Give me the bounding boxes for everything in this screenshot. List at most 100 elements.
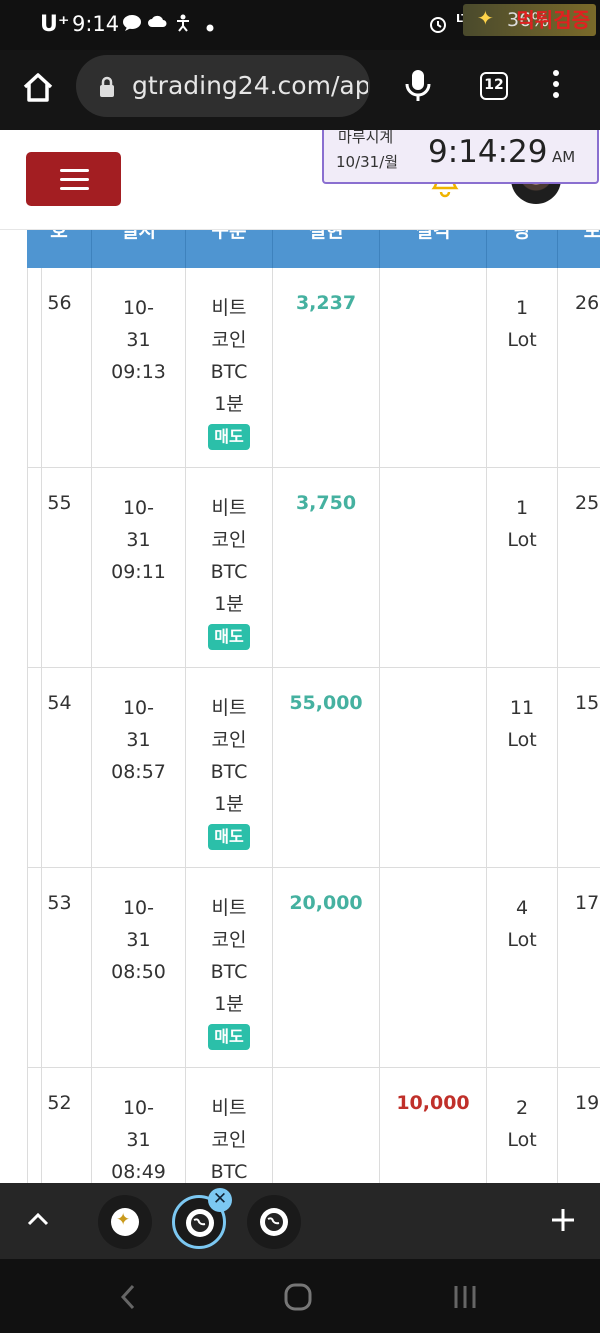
status-time: 9:14	[72, 12, 120, 36]
cell-qty: 4 Lot	[487, 868, 558, 1068]
alarm-icon	[428, 14, 448, 38]
cell-profit: 20,000	[273, 868, 380, 1068]
cell-date: 10- 31 08:50	[92, 868, 186, 1068]
clock-date: 10/31/월	[336, 153, 399, 171]
qty-line: Lot	[507, 1129, 537, 1151]
home-nav-button[interactable]	[283, 1283, 313, 1315]
cell-date: 10- 31 08:57	[92, 668, 186, 868]
cell-date: 10- 31 09:13	[92, 268, 186, 468]
cell-profit	[273, 1068, 380, 1183]
cell-type: 비트 코인 BTC 1분 매도	[186, 468, 273, 668]
system-navigation-bar	[0, 1259, 600, 1333]
type-line: BTC	[210, 1161, 248, 1183]
table-row[interactable]: 55 10- 31 09:11 비트 코인 BTC 1분 매도 3,750 1 Lot 25	[27, 468, 600, 668]
type-line: 코인	[211, 729, 247, 751]
tab-switcher-button[interactable]: 12	[480, 72, 508, 100]
type-line: 비트	[211, 297, 247, 319]
loss-value: 10,000	[396, 1092, 470, 1114]
extra-value: 17	[575, 892, 600, 914]
cell-type: 비트 코인 BTC 1분 매도	[186, 668, 273, 868]
accessibility-icon	[174, 14, 192, 36]
expand-tabs-button[interactable]	[26, 1211, 50, 1231]
cell-profit: 3,237	[273, 268, 380, 468]
header-extra: 보	[583, 230, 600, 242]
type-line: 비트	[211, 497, 247, 519]
tab-thumbnail-3[interactable]	[247, 1195, 301, 1249]
type-line: 코인	[211, 929, 247, 951]
address-bar[interactable]: gtrading24.com/app	[76, 55, 370, 117]
profit-value: 20,000	[289, 892, 363, 914]
table-row[interactable]: 54 10- 31 08:57 비트 코인 BTC 1분 매도 55,000 11 Lot 15	[27, 668, 600, 868]
cell-loss	[380, 868, 487, 1068]
cell-no: 55	[27, 468, 92, 668]
eagle-icon: ✦	[116, 1210, 131, 1230]
date-line: 31	[126, 729, 151, 751]
plus-icon	[552, 1209, 574, 1231]
carrier-label: U⁺	[40, 12, 70, 37]
type-line: 1분	[214, 993, 244, 1015]
sell-badge: 매도	[208, 624, 250, 650]
cell-extra: 25	[558, 468, 600, 668]
back-icon	[120, 1284, 135, 1310]
profit-value: 3,237	[295, 292, 357, 314]
cell-type: 비트 코인 BTC 1분 매도	[186, 268, 273, 468]
close-tab-button[interactable]: ✕	[208, 1188, 232, 1212]
cell-no: 53	[27, 868, 92, 1068]
column-divider	[41, 468, 42, 668]
type-line: 코인	[211, 529, 247, 551]
cell-qty: 2 Lot	[487, 1068, 558, 1183]
header-profit: 실현	[273, 230, 380, 268]
column-divider	[41, 668, 42, 868]
more-menu-button[interactable]	[546, 70, 566, 104]
profit-value: 55,000	[289, 692, 363, 714]
date-line: 10-	[122, 697, 155, 719]
cell-no: 56	[27, 268, 92, 468]
qty-line: Lot	[507, 329, 537, 351]
date-line: 08:57	[111, 761, 166, 783]
cell-loss	[380, 268, 487, 468]
type-line: 비트	[211, 1097, 247, 1119]
type-line: 코인	[211, 329, 247, 351]
tab-thumbnail-1[interactable]: ✦	[98, 1195, 152, 1249]
cloud-icon	[147, 14, 167, 32]
watermark-logo: ✦ 36% 먹튀검증	[463, 4, 596, 36]
table-row[interactable]: 52 10- 31 08:49 비트 코인 BTC 10,000 2 Lot 19	[27, 1068, 600, 1183]
watermark-text: 먹튀검증	[516, 8, 590, 32]
table-row[interactable]: 56 10- 31 09:13 비트 코인 BTC 1분 매도 3,237 1 Lot 26	[27, 268, 600, 468]
date-line: 09:13	[111, 361, 166, 383]
cell-type: 비트 코인 BTC 1분 매도	[186, 868, 273, 1068]
date-line: 10-	[122, 897, 155, 919]
type-line: BTC	[210, 561, 248, 583]
date-line: 31	[126, 329, 151, 351]
date-line: 10-	[122, 497, 155, 519]
cell-date: 10- 31 08:49	[92, 1068, 186, 1183]
cell-loss: 10,000	[380, 1068, 487, 1183]
floating-clock-widget[interactable]: 마루시계 10/31/월 9:14:29 AM	[322, 130, 599, 184]
home-button[interactable]	[18, 68, 58, 108]
type-line: 비트	[211, 697, 247, 719]
cell-extra: 17	[558, 868, 600, 1068]
new-tab-button[interactable]	[549, 1203, 577, 1243]
browser-toolbar: gtrading24.com/app 12	[0, 50, 600, 130]
clock-time: 9:14:29	[428, 134, 548, 170]
extra-value: 19	[575, 1092, 600, 1114]
cell-profit: 55,000	[273, 668, 380, 868]
voice-search-button[interactable]	[404, 68, 432, 108]
table-row[interactable]: 53 10- 31 08:50 비트 코인 BTC 1분 매도 20,000 4 Lot 17	[27, 868, 600, 1068]
status-bar: U⁺ 9:14 LTE ✦ 36% 먹튀검증	[0, 0, 600, 50]
header-loss: 실격	[380, 230, 487, 268]
lock-icon	[100, 76, 114, 97]
type-line: BTC	[210, 361, 248, 383]
profit-value: 3,750	[295, 492, 357, 514]
hamburger-menu-button[interactable]	[26, 152, 121, 206]
back-button[interactable]	[118, 1283, 138, 1315]
type-line: 코인	[211, 1129, 247, 1151]
recents-button[interactable]	[452, 1284, 478, 1314]
microphone-icon	[405, 70, 431, 101]
date-line: 08:50	[111, 961, 166, 983]
cell-profit: 3,750	[273, 468, 380, 668]
qty-line: 2	[515, 1097, 529, 1119]
sell-badge: 매도	[208, 824, 250, 850]
extra-value: 15	[575, 692, 600, 714]
column-divider	[41, 1068, 42, 1183]
